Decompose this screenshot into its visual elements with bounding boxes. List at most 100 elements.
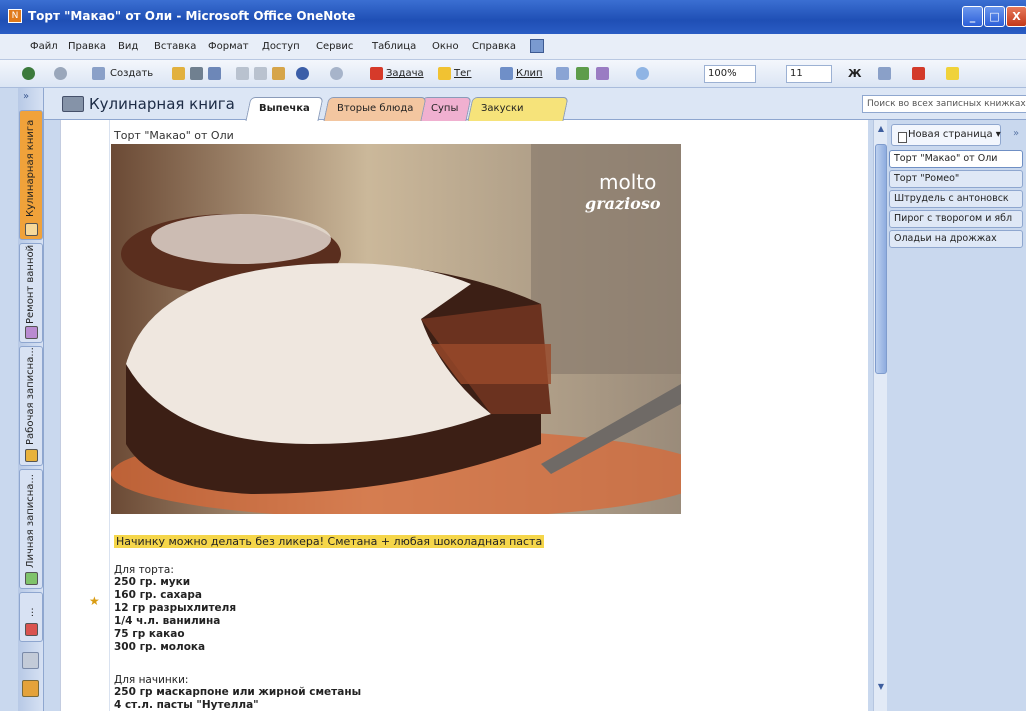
new-page-icon [898,132,907,143]
watermark-molto: molto [599,170,657,194]
copy-icon[interactable] [254,67,267,80]
cake-heading[interactable]: Для торта: [114,564,174,576]
page-content[interactable]: Торт "Макао" от Оли molto grazioso Начин… [60,120,868,711]
notebook-tab-label: Ремонт ванной [25,244,36,324]
menu-share[interactable]: Доступ [262,41,300,52]
notebook-options-icon[interactable] [22,680,39,697]
watermark-grazioso: grazioso [585,194,661,213]
section-tab-label: Закуски [481,103,524,114]
ingredient-line[interactable]: 250 гр маскарпоне или жирной сметаны [114,686,361,698]
more-pages-icon[interactable]: » [1013,128,1019,139]
menu-tools[interactable]: Сервис [316,41,353,52]
tag-button[interactable]: Тег [454,66,472,82]
ingredient-line[interactable]: 12 гр разрыхлителя [114,602,236,614]
print-icon[interactable] [190,67,203,80]
scroll-down-icon[interactable]: ▼ [875,682,887,694]
open-icon[interactable] [172,67,185,80]
section-tab-label: Выпечка [259,103,310,114]
highlight-color-icon[interactable] [946,67,959,80]
section-tab-main-dishes[interactable]: Вторые блюда [323,97,427,121]
menu-format[interactable]: Формат [208,41,249,52]
filling-heading[interactable]: Для начинки: [114,674,188,686]
onenote-app-icon: N [8,9,22,23]
forward-icon[interactable] [54,67,67,80]
ingredient-line[interactable]: 250 гр. муки [114,576,190,588]
onenote-window: N Торт "Макао" от Оли - Microsoft Office… [0,0,1026,711]
notebook-tab-label: Рабочая записна... [25,347,36,445]
page-tab-item[interactable]: Торт "Ромео" [889,170,1023,188]
research-icon[interactable] [576,67,589,80]
scrollbar-thumb[interactable] [875,144,887,374]
notebook-tab-more[interactable]: ... [19,592,43,642]
ingredient-line[interactable]: 300 гр. молока [114,641,205,653]
page-tab-item[interactable]: Оладьи на дрожжах [889,230,1023,248]
notebook-tab-cooking[interactable]: Кулинарная книга [19,110,43,240]
notebook-icon [25,326,38,339]
cake-photo[interactable]: molto grazioso [111,144,681,514]
notebook-tab-work[interactable]: Рабочая записна... [19,346,43,466]
unfiled-notes-icon[interactable] [22,652,39,669]
back-icon[interactable] [22,67,35,80]
redo-icon[interactable] [330,67,343,80]
tag-star-icon [438,67,451,80]
menu-bar: Файл Правка Вид Вставка Формат Доступ Се… [0,34,1026,60]
font-color-icon[interactable] [912,67,925,80]
page-title[interactable]: Торт "Макао" от Оли [114,129,234,142]
notebook-icon [25,623,38,636]
zoom-select[interactable]: 100% [704,65,756,83]
notebook-tab-personal[interactable]: Личная записна... [19,469,43,589]
ingredient-line[interactable]: 160 гр. сахара [114,589,202,601]
section-tab-snacks[interactable]: Закуски [467,97,569,121]
window-title: Торт "Макао" от Оли - Microsoft Office O… [28,9,356,23]
bold-button[interactable]: Ж [848,66,861,82]
create-button[interactable]: Создать [110,66,153,82]
table-icon[interactable] [556,67,569,80]
notebook-tab-label: Личная записна... [25,474,36,568]
menu-file[interactable]: Файл [30,41,58,52]
undo-icon[interactable] [296,67,309,80]
ingredient-line[interactable]: 1/4 ч.л. ванилина [114,615,220,627]
notebook-icon [25,572,38,585]
notebook-tab-bathroom[interactable]: Ремонт ванной [19,243,43,343]
font-size-select[interactable]: 11 [786,65,832,83]
menu-edit[interactable]: Правка [68,41,106,52]
help-icon[interactable] [530,39,544,53]
new-icon [92,67,105,80]
menu-table[interactable]: Таблица [372,41,416,52]
minimize-button[interactable]: _ [962,6,983,27]
menu-insert[interactable]: Вставка [154,41,196,52]
bullets-icon[interactable] [878,67,891,80]
ingredient-line[interactable]: 75 гр какао [114,628,185,640]
help-circle-icon[interactable] [636,67,649,80]
task-button[interactable]: Задача [386,66,424,82]
scroll-up-icon[interactable]: ▲ [875,124,887,136]
close-button[interactable]: X [1006,6,1026,27]
cut-icon[interactable] [236,67,249,80]
new-page-button[interactable]: Новая страница ▾ [891,124,1001,146]
new-page-label: Новая страница [908,129,993,140]
search-input[interactable]: Поиск во всех записных книжках [862,95,1026,113]
notebook-header: Кулинарная книга Выпечка Вторые блюда Су… [44,88,1026,121]
page-tab-item[interactable]: Пирог с творогом и ябл [889,210,1023,228]
title-bar: N Торт "Макао" от Оли - Microsoft Office… [0,0,1026,34]
print-preview-icon[interactable] [208,67,221,80]
section-tab-label: Вторые блюда [337,103,414,114]
menu-help[interactable]: Справка [472,41,516,52]
ingredient-line[interactable]: 4 ст.л. пасты "Нутелла" [114,699,259,711]
important-star-icon[interactable]: ★ [89,594,100,608]
section-tab-label: Супы [431,103,459,114]
page-tab-item[interactable]: Штрудель с антоновск [889,190,1023,208]
clip-button[interactable]: Клип [516,66,543,82]
menu-window[interactable]: Окно [432,41,459,52]
notebook-navigation-bar: » Кулинарная книга Ремонт ванной Рабочая… [18,88,44,711]
menu-view[interactable]: Вид [118,41,138,52]
page-tab-item[interactable]: Торт "Макао" от Оли [889,150,1023,168]
expand-nav-icon[interactable]: » [23,91,29,102]
maximize-button[interactable]: □ [984,6,1005,27]
pen-icon[interactable] [596,67,609,80]
highlighted-note[interactable]: Начинку можно делать без ликера! Сметана… [114,535,545,548]
section-tab-baking[interactable]: Выпечка [245,97,324,121]
vertical-scrollbar[interactable]: ▲ ▼ [873,120,887,711]
paste-icon[interactable] [272,67,285,80]
notebook-tab-label: ... [25,607,36,617]
